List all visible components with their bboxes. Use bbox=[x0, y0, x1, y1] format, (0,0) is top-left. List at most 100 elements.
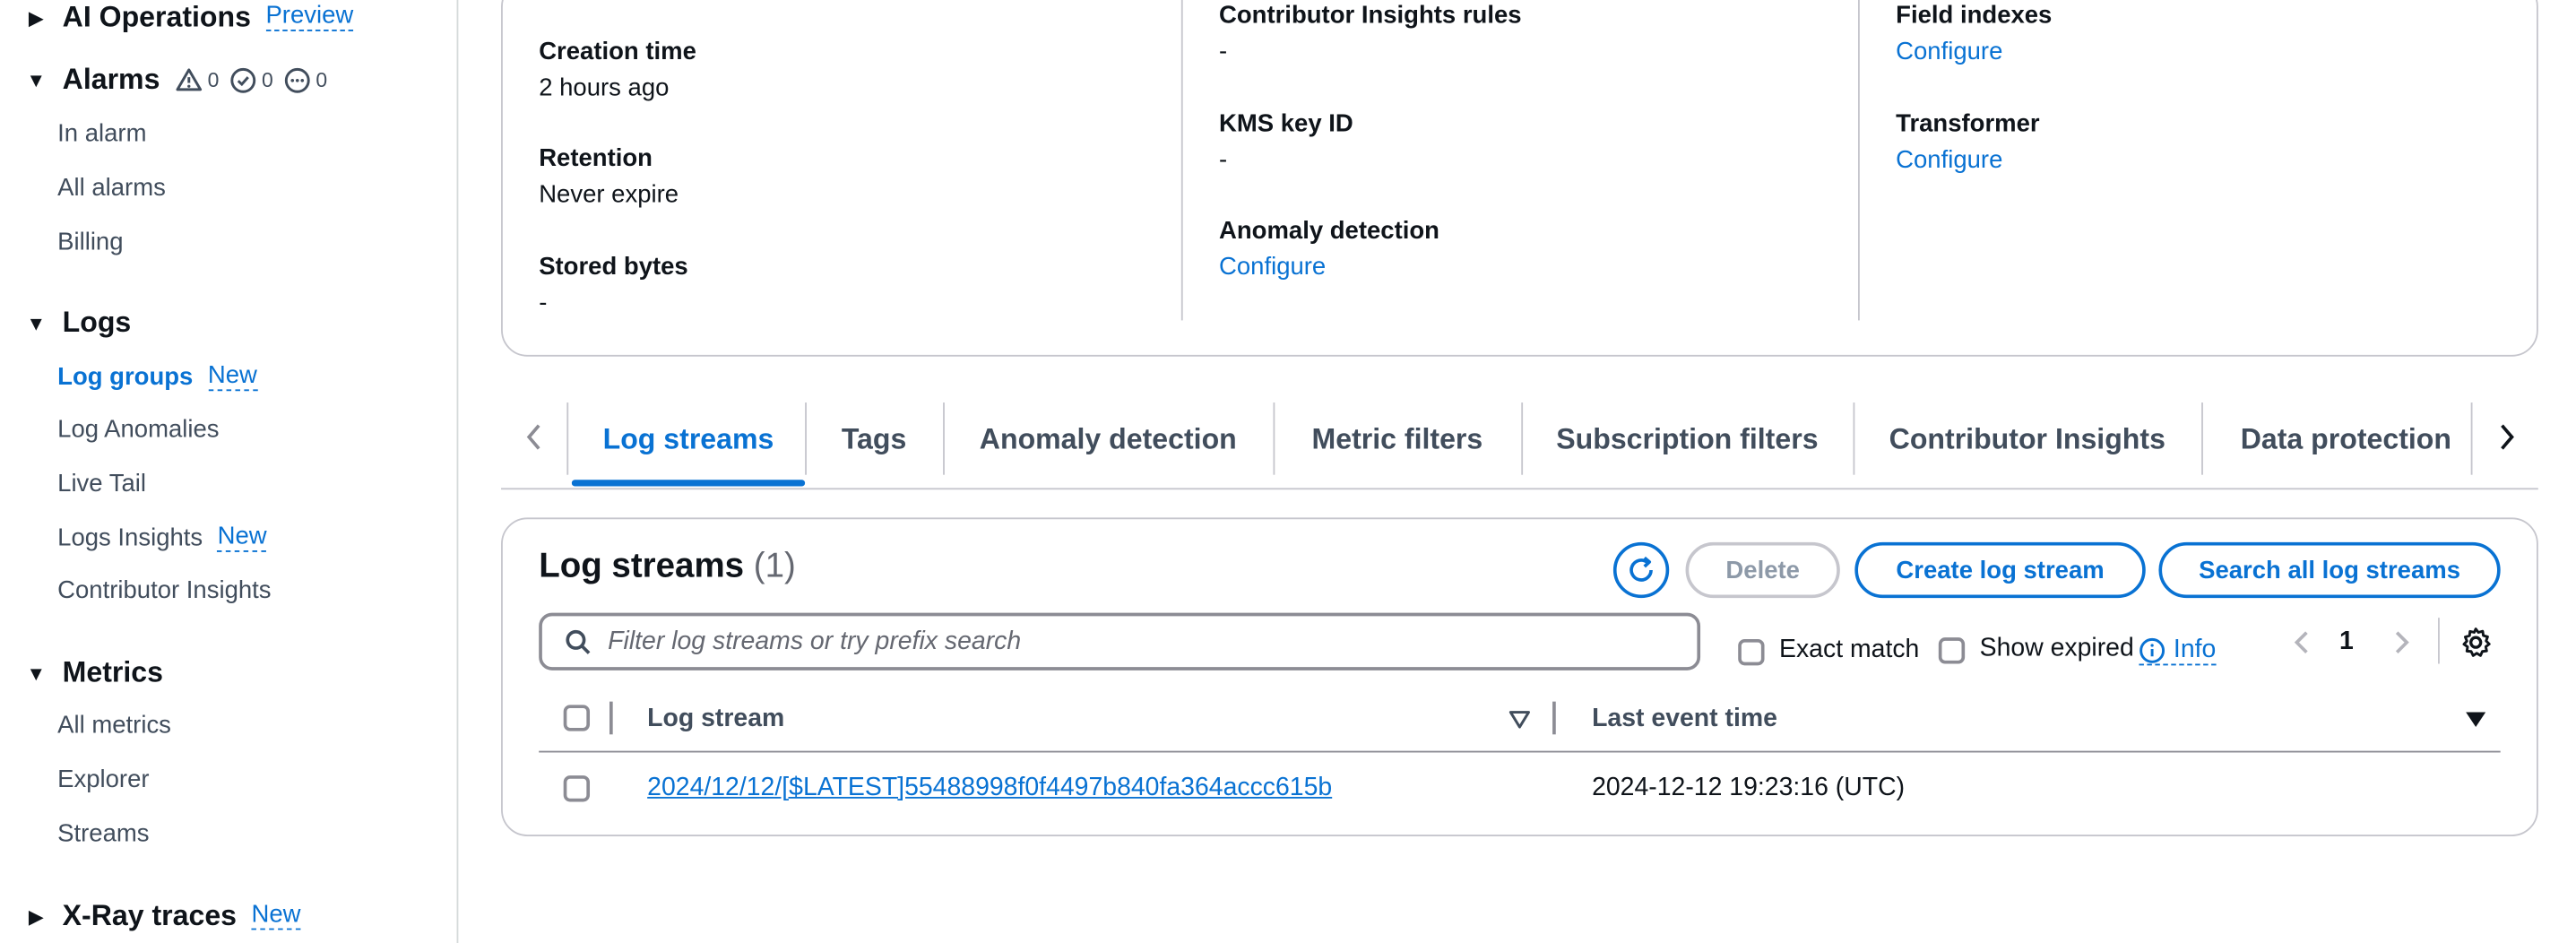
stored-bytes-label: Stored bytes bbox=[539, 253, 688, 281]
caret-right-icon: ▶ bbox=[28, 904, 44, 928]
nav-item-in-alarm[interactable]: In alarm bbox=[57, 120, 146, 148]
nav-item-all-alarms[interactable]: All alarms bbox=[57, 174, 166, 202]
nav-item-label: Logs Insights bbox=[57, 523, 203, 552]
kms-key-id-label: KMS key ID bbox=[1219, 109, 1353, 138]
search-all-log-streams-button[interactable]: Search all log streams bbox=[2158, 541, 2501, 599]
stream-count: (1) bbox=[753, 547, 796, 585]
tab-anomaly-detection[interactable]: Anomaly detection bbox=[943, 401, 1273, 476]
nav-section-alarms[interactable]: ▼ Alarms 0 0 0 bbox=[23, 63, 339, 97]
retention-value: Never expire bbox=[539, 180, 679, 209]
nav-section-logs[interactable]: ▼ Logs bbox=[23, 306, 132, 340]
field-indexes-label: Field indexes bbox=[1896, 1, 2053, 30]
nav-item-billing[interactable]: Billing bbox=[57, 229, 123, 256]
exact-match-checkbox[interactable] bbox=[1738, 638, 1765, 666]
new-badge[interactable]: New bbox=[251, 901, 301, 930]
log-streams-heading: Log streams (1) bbox=[539, 547, 796, 586]
nav-item-explorer[interactable]: Explorer bbox=[57, 766, 149, 793]
new-badge[interactable]: New bbox=[207, 362, 257, 392]
search-input[interactable] bbox=[604, 625, 1663, 659]
nav-item-logs-insights[interactable]: Logs Insights New bbox=[57, 523, 267, 552]
tab-tags[interactable]: Tags bbox=[805, 401, 943, 476]
alarm-count-insufficient: 0 bbox=[285, 66, 327, 92]
side-navigation: ▶ AI Operations Preview ▼ Alarms 0 0 0 I… bbox=[0, 0, 459, 943]
retention-label: Retention bbox=[539, 144, 653, 173]
search-icon bbox=[566, 628, 592, 654]
tabs-scroll-right-button[interactable] bbox=[2487, 414, 2527, 460]
sort-icon[interactable] bbox=[1507, 706, 1533, 732]
info-link[interactable]: Info bbox=[2139, 636, 2217, 666]
tab-log-streams[interactable]: Log streams bbox=[572, 401, 805, 476]
row-select-checkbox[interactable] bbox=[563, 775, 591, 802]
filter-log-streams-search[interactable] bbox=[539, 612, 1701, 670]
caret-right-icon: ▶ bbox=[28, 5, 44, 30]
nav-section-ai-operations[interactable]: ▶ AI Operations Preview bbox=[23, 0, 354, 34]
nav-item-streams[interactable]: Streams bbox=[57, 820, 149, 848]
creation-time-value: 2 hours ago bbox=[539, 74, 670, 102]
refresh-button[interactable] bbox=[1612, 541, 1670, 599]
tab-metric-filters[interactable]: Metric filters bbox=[1273, 401, 1521, 476]
nav-item-all-metrics[interactable]: All metrics bbox=[57, 712, 171, 740]
preview-badge[interactable]: Preview bbox=[265, 3, 354, 31]
table-settings-button[interactable] bbox=[2458, 625, 2494, 661]
tab-separator bbox=[2470, 402, 2473, 475]
info-icon bbox=[2139, 636, 2165, 662]
show-expired-checkbox[interactable] bbox=[1938, 637, 1966, 664]
contributor-insights-rules-label: Contributor Insights rules bbox=[1219, 1, 1522, 30]
nav-section-metrics[interactable]: ▼ Metrics bbox=[23, 655, 163, 689]
nav-item-log-groups[interactable]: Log groups New bbox=[57, 362, 257, 392]
last-event-time-cell: 2024-12-12 19:23:16 (UTC) bbox=[1592, 774, 1906, 802]
sort-descending-icon[interactable] bbox=[2463, 706, 2489, 732]
tab-contributor-insights[interactable]: Contributor Insights bbox=[1854, 401, 2202, 476]
stored-bytes-value: - bbox=[539, 289, 548, 317]
tab-subscription-filters[interactable]: Subscription filters bbox=[1521, 401, 1853, 476]
nav-section-label: AI Operations bbox=[62, 0, 251, 33]
transformer-configure-link[interactable]: Configure bbox=[1896, 146, 2002, 174]
nav-item-log-anomalies[interactable]: Log Anomalies bbox=[57, 416, 219, 444]
info-label: Info bbox=[2173, 636, 2217, 664]
log-group-details-card bbox=[501, 0, 2538, 357]
nav-section-xray-traces[interactable]: ▶ X-Ray traces New bbox=[23, 899, 301, 933]
current-page-number[interactable]: 1 bbox=[2339, 627, 2354, 657]
select-all-checkbox[interactable] bbox=[563, 705, 591, 731]
previous-page-button[interactable] bbox=[2288, 626, 2314, 659]
active-tab-indicator bbox=[571, 480, 806, 487]
column-divider bbox=[1858, 0, 1860, 321]
nav-item-label: Log groups bbox=[57, 363, 194, 392]
kms-key-id-value: - bbox=[1219, 146, 1228, 175]
column-header-last-event-time[interactable]: Last event time bbox=[1592, 705, 1777, 734]
column-divider bbox=[1180, 0, 1183, 321]
nav-section-label: Metrics bbox=[62, 655, 163, 688]
chevron-right-icon bbox=[2501, 424, 2514, 450]
nav-section-label: Alarms bbox=[62, 62, 160, 96]
alarm-count-in-alarm: 0 bbox=[177, 67, 219, 91]
create-log-stream-button[interactable]: Create log stream bbox=[1854, 541, 2146, 599]
gear-icon bbox=[2462, 627, 2491, 657]
nav-section-label: X-Ray traces bbox=[62, 898, 238, 932]
chevron-left-icon bbox=[2294, 631, 2308, 653]
delete-button[interactable]: Delete bbox=[1685, 541, 1840, 599]
chevron-left-icon bbox=[526, 424, 540, 450]
next-page-button[interactable] bbox=[2389, 626, 2415, 659]
column-header-log-stream[interactable]: Log stream bbox=[647, 705, 784, 734]
show-expired-label: Show expired bbox=[1979, 634, 2134, 662]
tab-data-protection[interactable]: Data protection bbox=[2201, 401, 2491, 476]
caret-down-icon: ▼ bbox=[26, 661, 47, 685]
warning-icon bbox=[177, 68, 203, 91]
field-indexes-configure-link[interactable]: Configure bbox=[1896, 38, 2002, 65]
tab-separator bbox=[566, 402, 569, 475]
tabs-scroll-left-button[interactable] bbox=[514, 414, 554, 460]
contributor-insights-rules-value: - bbox=[1219, 38, 1228, 66]
anomaly-detection-configure-link[interactable]: Configure bbox=[1219, 253, 1326, 281]
column-separator bbox=[1552, 701, 1556, 735]
caret-down-icon: ▼ bbox=[26, 311, 47, 334]
nav-item-live-tail[interactable]: Live Tail bbox=[57, 470, 146, 497]
pager-divider bbox=[2438, 618, 2440, 664]
exact-match-label: Exact match bbox=[1779, 636, 1920, 664]
log-stream-link[interactable]: 2024/12/12/[$LATEST]55488998f0f4497b840f… bbox=[647, 774, 1332, 803]
nav-section-label: Logs bbox=[62, 305, 132, 339]
column-separator bbox=[609, 701, 613, 735]
table-header-divider bbox=[539, 750, 2501, 753]
nav-item-contributor-insights[interactable]: Contributor Insights bbox=[57, 576, 271, 604]
alarm-count-ok: 0 bbox=[230, 66, 273, 92]
new-badge[interactable]: New bbox=[217, 523, 267, 552]
